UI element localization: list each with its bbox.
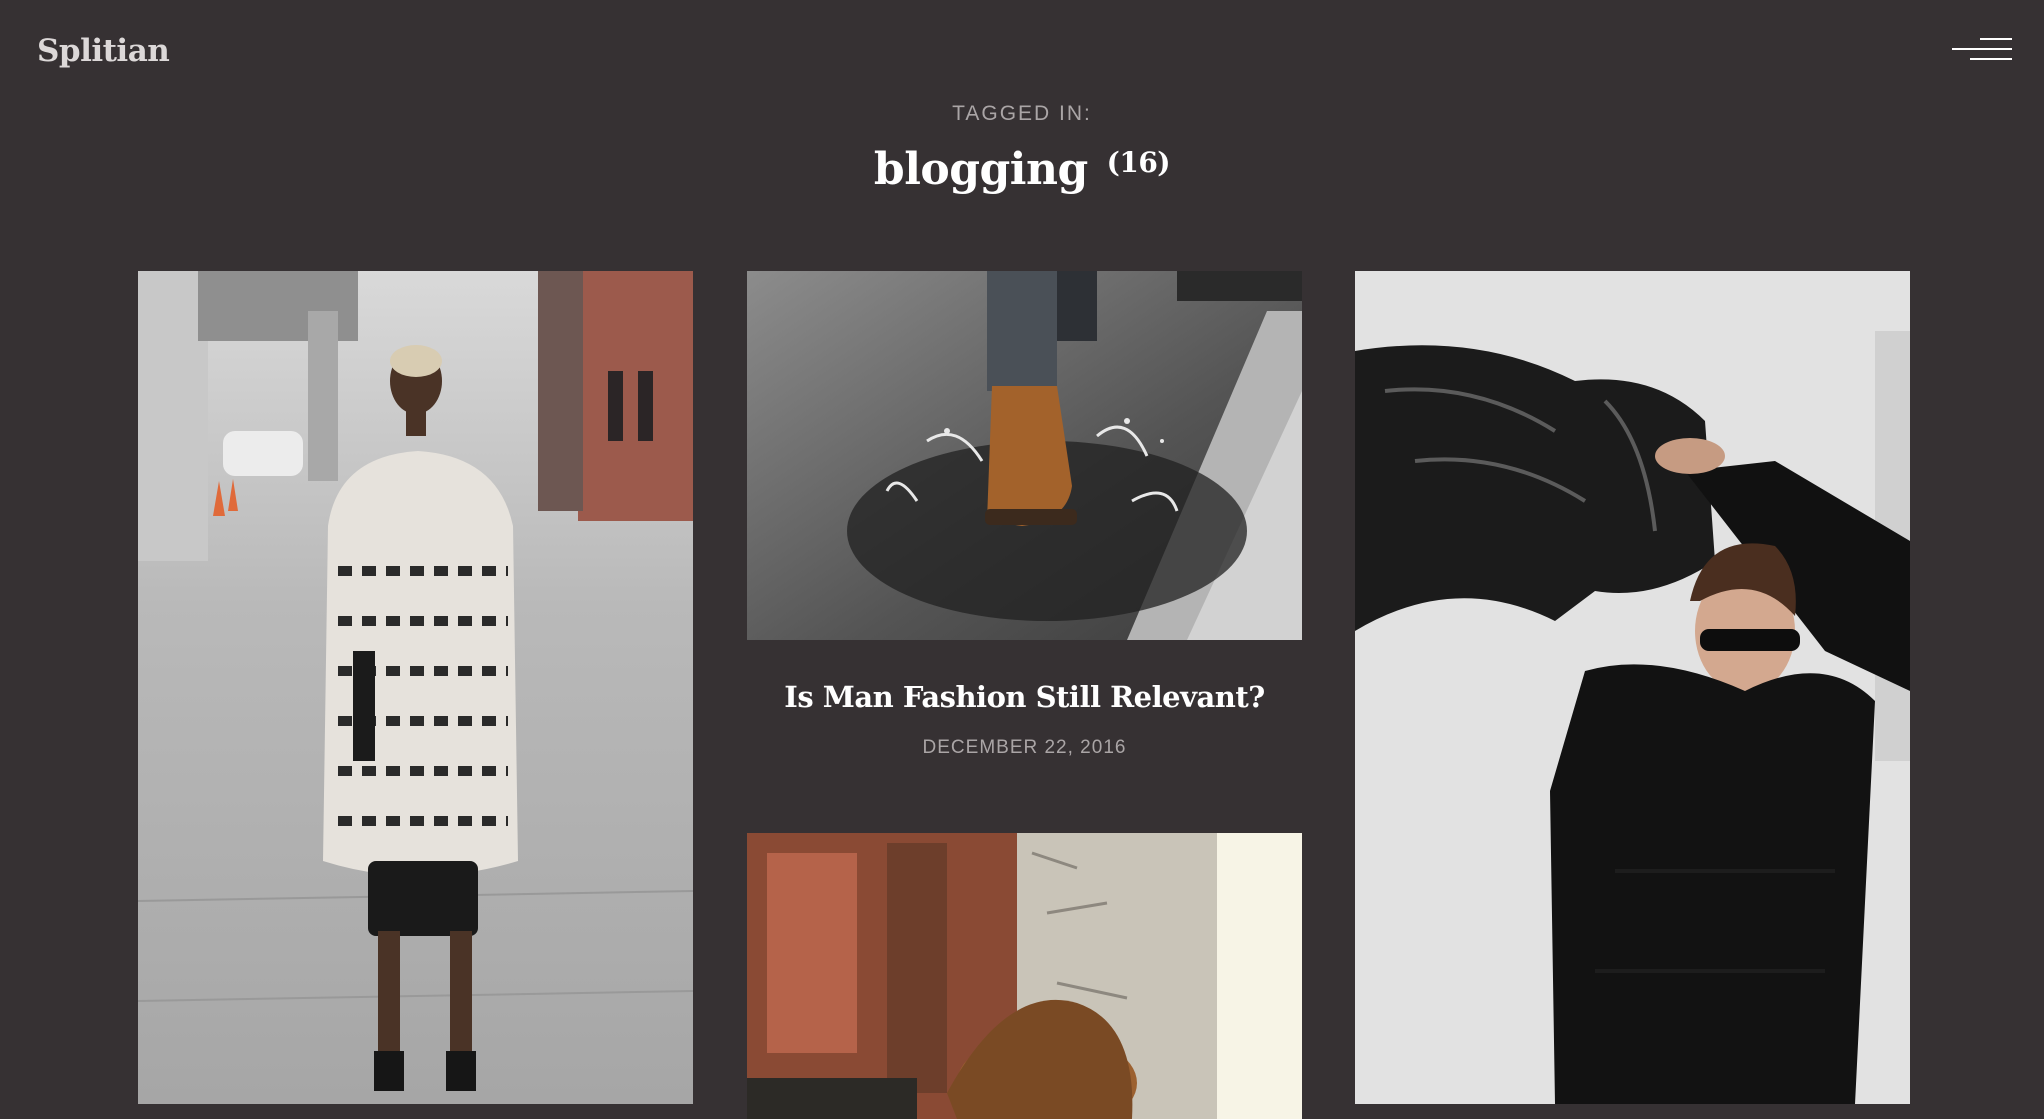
post-thumbnail-man-rusty-wall[interactable] xyxy=(747,833,1302,1119)
archive-label: TAGGED IN: xyxy=(952,102,1092,125)
post-thumbnail-boot-splash[interactable] xyxy=(747,271,1302,640)
post-thumbnail-woman-street[interactable] xyxy=(138,271,693,1104)
boot-splash-photo xyxy=(747,271,1302,640)
tag-post-count: (16) xyxy=(1106,146,1171,179)
man-rusty-wall-photo xyxy=(747,833,1302,1119)
hamburger-menu-icon[interactable] xyxy=(1952,34,2012,64)
tag-title: blogging (16) xyxy=(0,144,2044,195)
post-date: DECEMBER 22, 2016 xyxy=(922,737,1127,758)
man-black-sweater-photo xyxy=(1355,271,1910,1104)
post-thumbnail-man-black-sweater[interactable] xyxy=(1355,271,1910,1104)
post-title[interactable]: Is Man Fashion Still Relevant? xyxy=(747,680,1302,714)
site-logo[interactable]: Splitian xyxy=(37,33,170,69)
tag-name: blogging xyxy=(873,144,1088,195)
menu-line xyxy=(1952,48,2012,50)
menu-line xyxy=(1980,38,2012,40)
menu-line xyxy=(1970,58,2012,60)
woman-street-photo xyxy=(138,271,693,1104)
